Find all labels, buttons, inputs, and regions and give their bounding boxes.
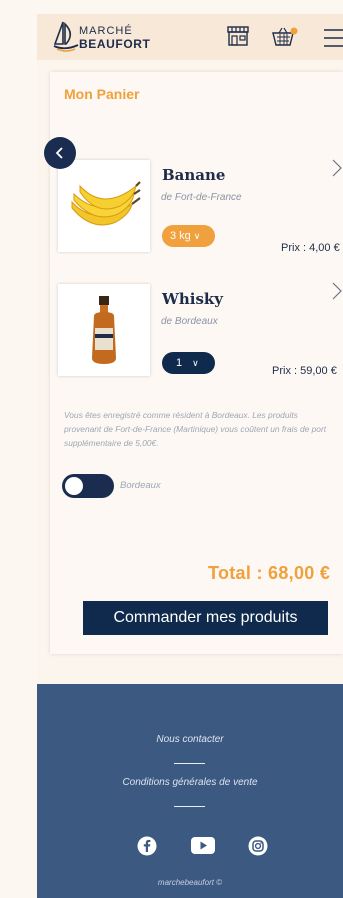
quantity-select[interactable]: 1 ∨ (162, 352, 215, 374)
banana-icon (71, 181, 141, 226)
app-frame: MARCHÉ BEAUFORT Mon Panier Banane de For… (37, 14, 343, 898)
logo-text-bottom: BEAUFORT (79, 37, 151, 51)
cart-total: Total : 68,00 € (208, 563, 331, 583)
chevron-right-icon[interactable] (331, 281, 343, 301)
chevron-right-icon[interactable] (331, 158, 343, 178)
toggle-knob (65, 477, 83, 495)
store-icon[interactable] (226, 25, 250, 47)
youtube-icon[interactable] (191, 837, 215, 854)
residence-toggle[interactable] (62, 474, 114, 498)
product-price: Prix : 59,00 € (272, 365, 337, 377)
product-origin: de Bordeaux (161, 316, 218, 327)
whisky-bottle-icon (92, 296, 116, 364)
product-origin: de Fort-de-France (161, 192, 242, 203)
chevron-down-icon: ∨ (193, 230, 201, 241)
quantity-value: 3 kg (170, 230, 191, 242)
toggle-label: Bordeaux (120, 480, 161, 491)
footer-divider (174, 763, 205, 764)
product-price: Prix : 4,00 € (281, 242, 340, 254)
menu-icon[interactable] (322, 28, 343, 48)
cart-title: Mon Panier (64, 86, 140, 102)
product-name[interactable]: Whisky (162, 290, 223, 308)
product-name[interactable]: Banane (162, 166, 225, 184)
basket-icon[interactable] (271, 26, 299, 48)
site-header: MARCHÉ BEAUFORT (37, 14, 343, 60)
footer-divider (174, 806, 205, 807)
quantity-select[interactable]: 3 kg ∨ (162, 225, 215, 247)
whisky-product-image[interactable] (58, 284, 150, 376)
shipping-notice: Vous êtes enregistré comme résident à Bo… (64, 410, 327, 448)
site-footer: Nous contacter Conditions générales de v… (37, 684, 343, 898)
order-button[interactable]: Commander mes produits (83, 601, 328, 635)
back-button[interactable] (44, 137, 76, 169)
terms-link[interactable]: Conditions générales de vente (37, 777, 343, 788)
quantity-value: 1 (176, 357, 183, 369)
instagram-icon[interactable] (248, 836, 268, 856)
logo[interactable]: MARCHÉ BEAUFORT (53, 20, 173, 54)
logo-text-top: MARCHÉ (79, 25, 133, 37)
copyright: marchebeaufort © (157, 878, 223, 887)
banana-product-image[interactable] (58, 160, 150, 252)
sailboat-logo-icon (53, 21, 79, 52)
cart-panel: Mon Panier Banane de Fort-de-France 3 kg… (50, 72, 343, 654)
contact-link[interactable]: Nous contacter (37, 734, 343, 745)
chevron-down-icon: ∨ (192, 357, 199, 368)
chevron-left-icon (55, 147, 63, 159)
facebook-icon[interactable] (137, 836, 157, 856)
